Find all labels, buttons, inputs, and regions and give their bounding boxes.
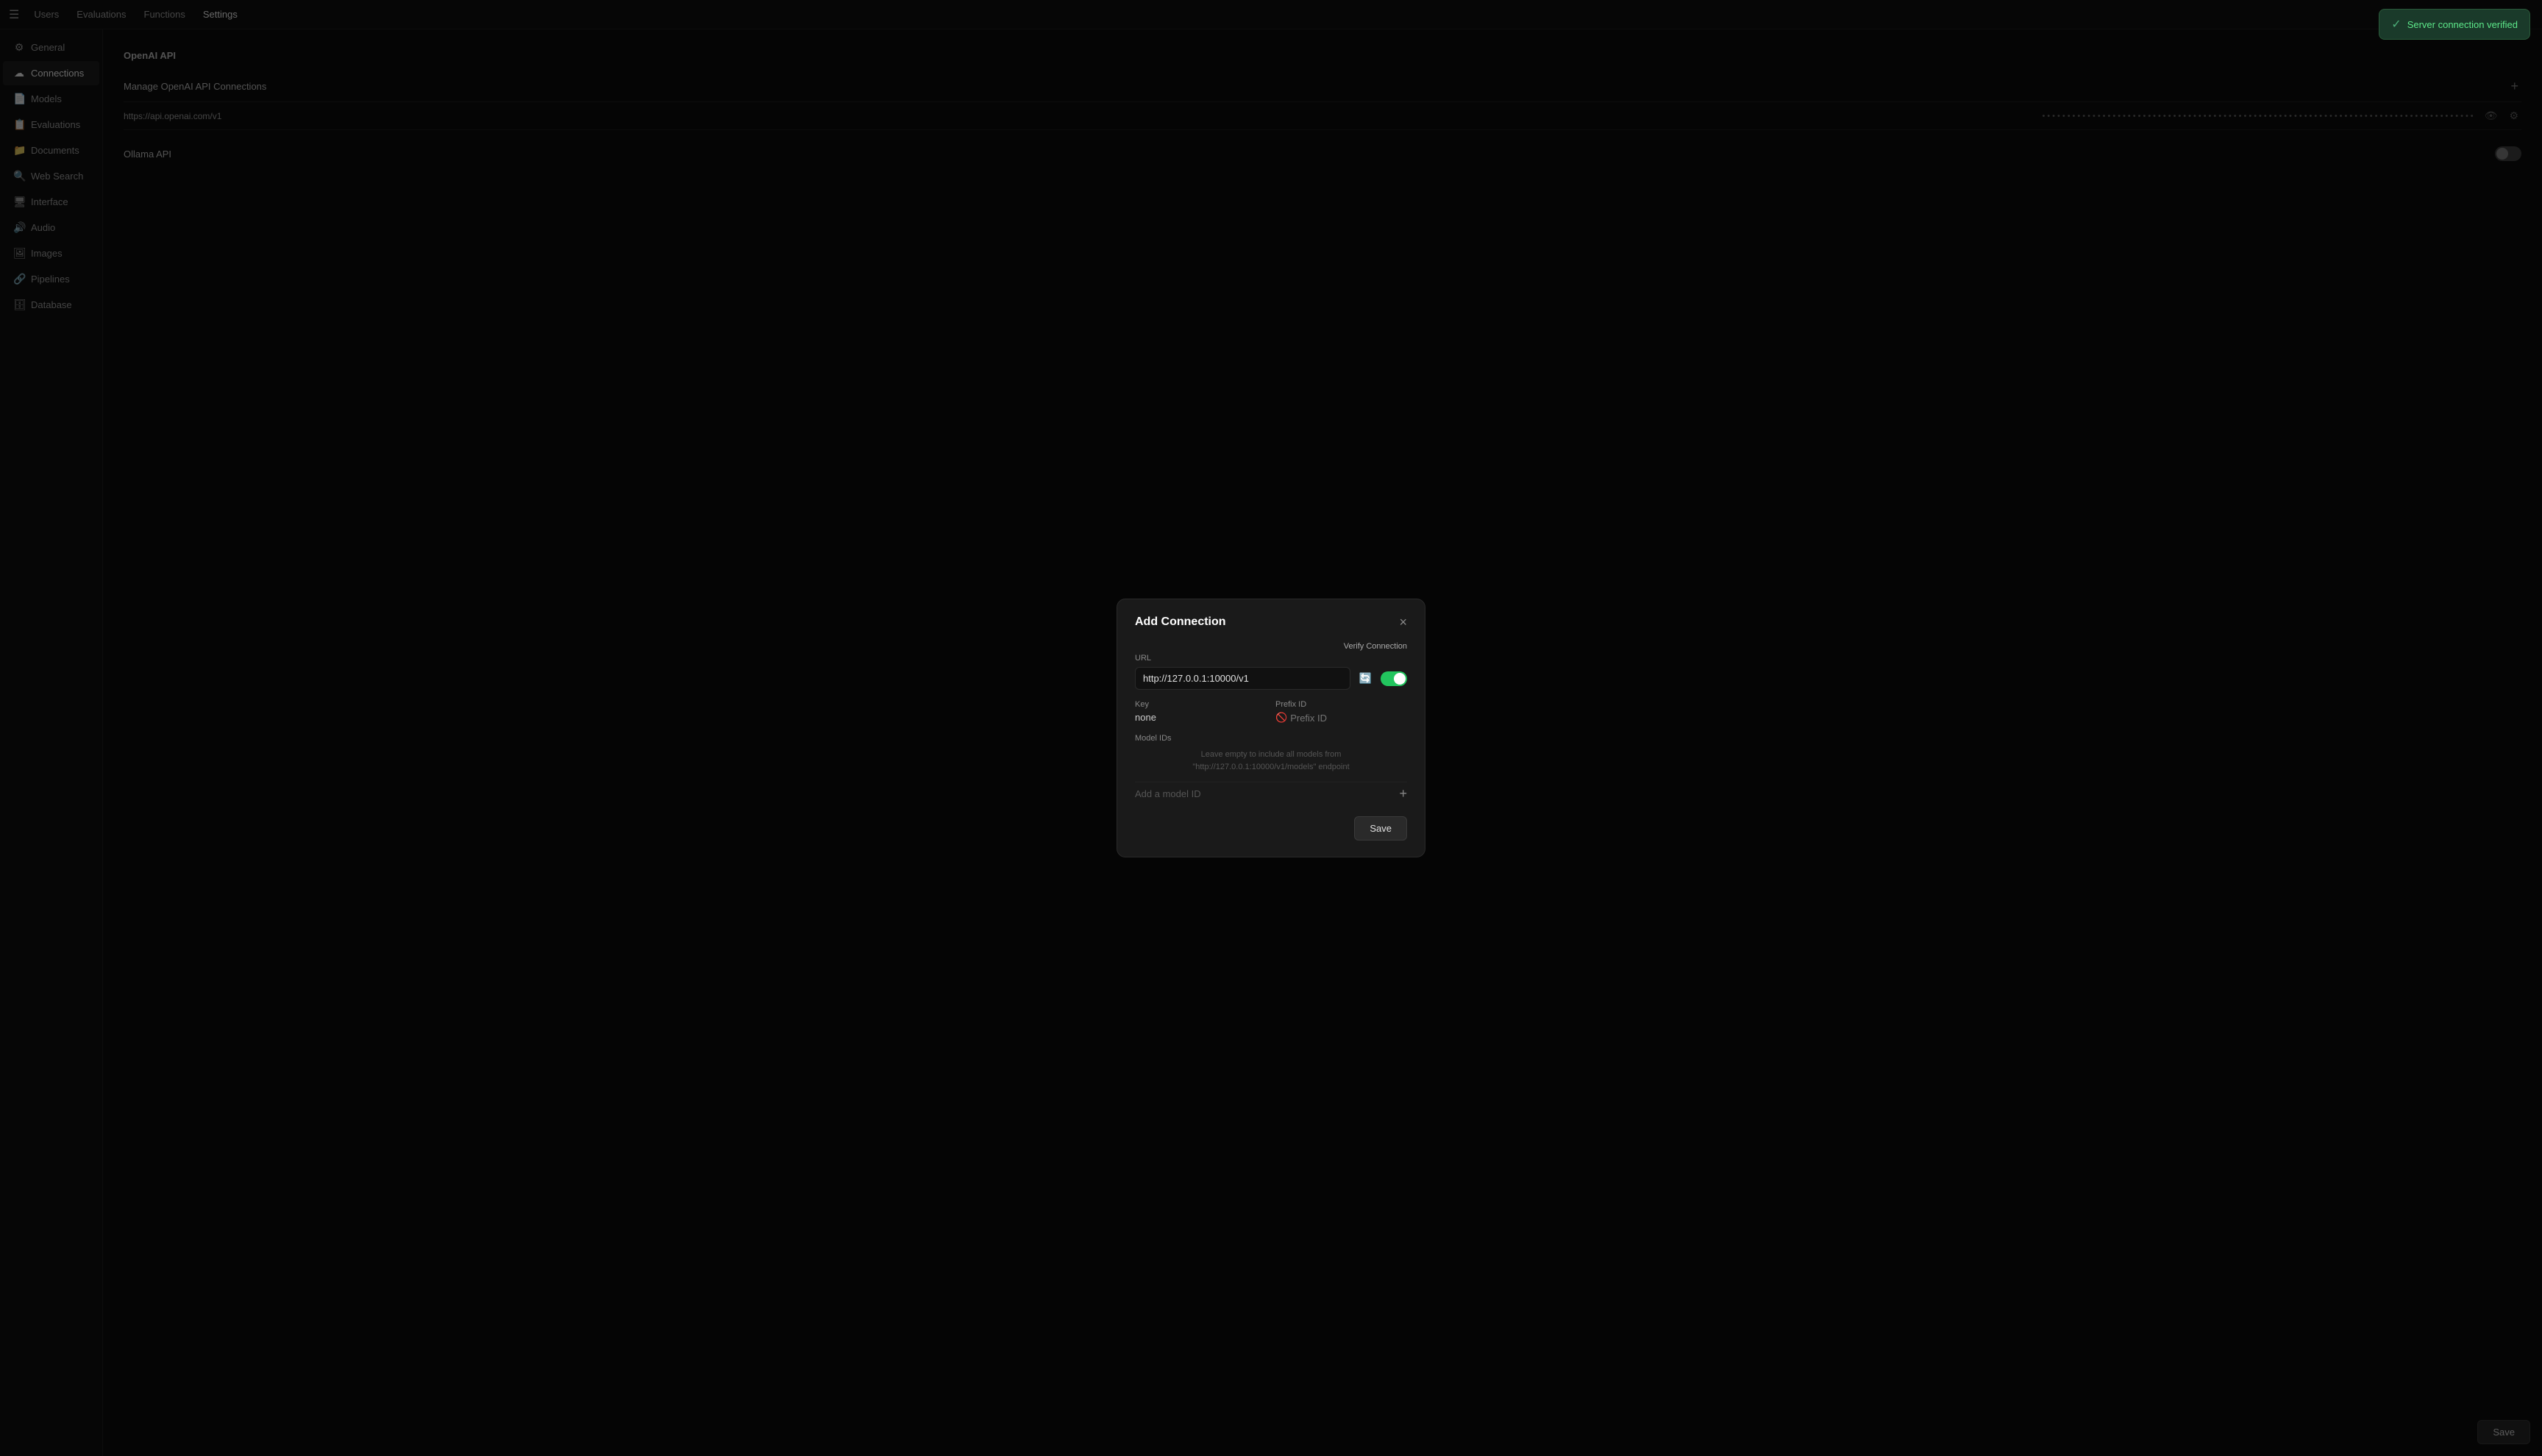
- toast-notification: ✓ Server connection verified: [2379, 9, 2530, 40]
- toast-message: Server connection verified: [2407, 19, 2518, 30]
- verify-connection-button[interactable]: Verify Connection: [1135, 642, 1407, 651]
- model-ids-info: Leave empty to include all models from"h…: [1135, 749, 1407, 773]
- url-toggle[interactable]: [1381, 671, 1407, 686]
- add-model-placeholder: Add a model ID: [1135, 788, 1201, 799]
- key-value: none: [1135, 712, 1267, 723]
- check-icon: ✓: [2391, 17, 2401, 32]
- add-connection-modal: Add Connection × Verify Connection URL 🔄…: [1117, 599, 1425, 857]
- modal-footer: Save: [1135, 816, 1407, 841]
- modal-close-button[interactable]: ×: [1399, 615, 1407, 629]
- add-model-row: Add a model ID +: [1135, 782, 1407, 804]
- modal-header: Add Connection ×: [1135, 615, 1407, 629]
- fields-row: Key none Prefix ID 🚫: [1135, 700, 1407, 724]
- key-label: Key: [1135, 700, 1267, 709]
- url-row: 🔄: [1135, 667, 1407, 690]
- modal-overlay[interactable]: Add Connection × Verify Connection URL 🔄…: [0, 0, 2542, 1456]
- eye-off-icon: 🚫: [1275, 712, 1287, 724]
- modal-title: Add Connection: [1135, 615, 1226, 629]
- model-ids-label: Model IDs: [1135, 734, 1407, 743]
- add-model-button[interactable]: +: [1399, 787, 1407, 800]
- modal-save-button[interactable]: Save: [1354, 816, 1407, 841]
- prefix-id-field: Prefix ID 🚫: [1275, 700, 1407, 724]
- url-label: URL: [1135, 654, 1407, 663]
- refresh-icon[interactable]: 🔄: [1356, 669, 1375, 688]
- model-ids-section: Model IDs Leave empty to include all mod…: [1135, 734, 1407, 773]
- prefix-id-input[interactable]: [1290, 713, 1407, 724]
- key-field: Key none: [1135, 700, 1267, 724]
- prefix-id-input-row: 🚫: [1275, 712, 1407, 724]
- prefix-id-label: Prefix ID: [1275, 700, 1407, 709]
- url-input[interactable]: [1135, 667, 1350, 690]
